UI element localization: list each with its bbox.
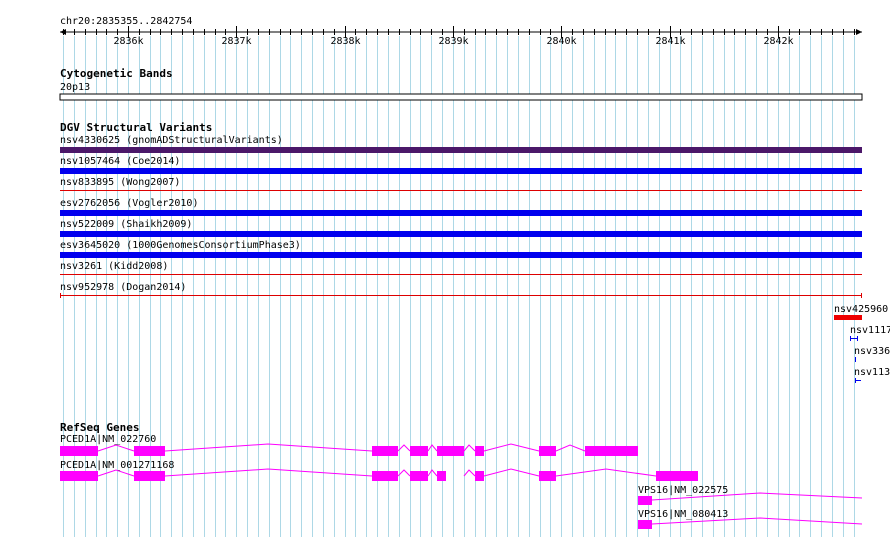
dgv-feature-bar[interactable] (60, 252, 862, 258)
transcript-label: PCED1A|NM_001271168 (60, 460, 174, 471)
dgv-feature-bar[interactable] (60, 293, 862, 298)
dgv-feature-label: nsv113 (854, 367, 890, 378)
exon-block[interactable] (437, 446, 464, 456)
exon-block[interactable] (134, 446, 165, 456)
dgv-feature-left-cap (850, 336, 851, 341)
cytoband-band[interactable] (59, 93, 863, 101)
dgv-feature-label: nsv4330625 (gnomADStructuralVariants) (60, 135, 283, 146)
dgv-feature-line[interactable] (60, 295, 862, 296)
exon-block[interactable] (475, 471, 484, 481)
dgv-feature-label: nsv425960 (834, 304, 888, 315)
exon-block[interactable] (410, 446, 428, 456)
ruler-tick-label: 2841k (655, 36, 685, 47)
transcript-label: VPS16|NM_080413 (638, 509, 728, 520)
dgv-feature-bar[interactable] (855, 357, 856, 362)
intron-line (555, 444, 586, 452)
intron-line (463, 469, 476, 477)
dgv-feature-line[interactable] (850, 338, 858, 339)
dgv-feature-label: nsv952978 (Dogan2014) (60, 282, 186, 293)
transcript-label: VPS16|NM_022575 (638, 485, 728, 496)
intron-line (483, 443, 540, 452)
dgv-feature-label: nsv336 (854, 346, 890, 357)
dgv-feature-bar[interactable] (60, 168, 862, 174)
dgv-feature-bar[interactable] (60, 274, 862, 275)
ruler-tick-label: 2839k (438, 36, 468, 47)
intron-line (164, 443, 373, 452)
dgv-feature-label: nsv522009 (Shaikh2009) (60, 219, 192, 230)
exon-block[interactable] (585, 446, 638, 456)
dgv-feature-bar[interactable] (855, 378, 861, 383)
exon-block[interactable] (656, 471, 698, 481)
dgv-track-title: DGV Structural Variants (60, 121, 212, 134)
transcript-label: PCED1A|NM_022760 (60, 434, 156, 445)
genome-browser-view[interactable]: chr20:2835355..2842754 2836k 2837k 2838k 28… (0, 0, 890, 537)
cytoband-label: 20p13 (60, 82, 90, 93)
intron-line (463, 444, 476, 452)
transcript-glyph[interactable] (60, 443, 638, 456)
cytoband-track-title: Cytogenetic Bands (60, 67, 173, 80)
exon-block[interactable] (134, 471, 165, 481)
exon-block[interactable] (60, 471, 98, 481)
exon-block[interactable] (539, 446, 556, 456)
dgv-feature-label: nsv833895 (Wong2007) (60, 177, 180, 188)
intron-line (427, 469, 438, 477)
intron-line (164, 468, 373, 477)
dgv-feature-right-cap (857, 336, 858, 341)
dgv-feature-label: esv2762056 (Vogler2010) (60, 198, 198, 209)
dgv-feature-right-cap (861, 293, 862, 298)
dgv-feature-bar[interactable] (60, 190, 862, 191)
ruler-tick-label: 2837k (221, 36, 251, 47)
exon-block[interactable] (437, 471, 446, 481)
exon-block[interactable] (638, 520, 652, 529)
refseq-track[interactable]: RefSeq Genes PCED1A|NM_022760 PCED1A|NM_… (60, 421, 863, 529)
intron-line (427, 444, 438, 452)
ruler-location: chr20:2835355..2842754 (60, 16, 192, 27)
exon-block[interactable] (475, 446, 484, 456)
cytoband-track[interactable]: Cytogenetic Bands 20p13 (59, 67, 863, 101)
ruler-track[interactable]: chr20:2835355..2842754 2836k 2837k 2838k 28… (60, 16, 862, 47)
exon-block[interactable] (410, 471, 428, 481)
exon-block[interactable] (372, 446, 398, 456)
dgv-feature-label: nsv1117 (850, 325, 890, 336)
exon-block[interactable] (60, 446, 98, 456)
dgv-feature-label: esv3645020 (1000GenomesConsortiumPhase3) (60, 240, 301, 251)
exon-block[interactable] (539, 471, 556, 481)
dgv-feature-left-cap (60, 293, 61, 298)
ruler-right-arrow-icon (856, 29, 862, 35)
intron-line (483, 468, 540, 477)
ruler-tick-label: 2838k (330, 36, 360, 47)
dgv-feature-bar[interactable] (60, 147, 862, 153)
ruler-tick-label: 2840k (546, 36, 576, 47)
dgv-feature-bar[interactable] (60, 231, 862, 237)
dgv-feature-label: nsv3261 (Kidd2008) (60, 261, 168, 272)
dgv-feature-bar[interactable] (60, 210, 862, 216)
dgv-feature-label: nsv1057464 (Coe2014) (60, 156, 180, 167)
dgv-feature-bar[interactable] (834, 315, 862, 320)
refseq-track-title: RefSeq Genes (60, 421, 139, 434)
exon-block[interactable] (638, 496, 652, 505)
ruler-tick-label: 2842k (763, 36, 793, 47)
ruler-tick-label: 2836k (113, 36, 143, 47)
exon-block[interactable] (372, 471, 398, 481)
dgv-feature-left-cap (855, 378, 856, 383)
